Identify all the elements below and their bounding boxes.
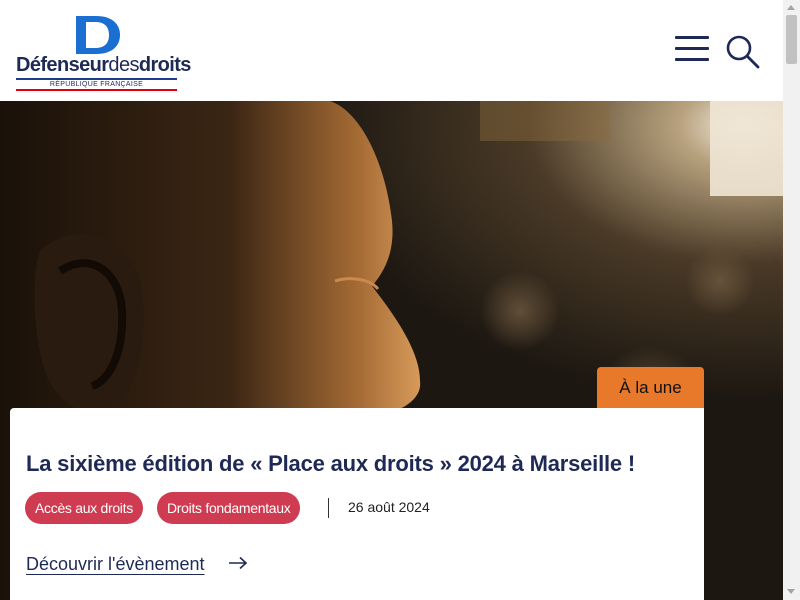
menu-button[interactable] bbox=[675, 36, 711, 64]
tag-acces-aux-droits[interactable]: Accès aux droits bbox=[25, 492, 143, 524]
hamburger-menu-icon bbox=[675, 36, 709, 39]
featured-badge: À la une bbox=[597, 367, 704, 408]
logo-d-mark bbox=[76, 16, 120, 54]
scroll-down-arrow-icon[interactable] bbox=[787, 589, 795, 594]
site-header: Défenseurdesdroits RÉPUBLIQUE FRANÇAISE bbox=[0, 0, 783, 101]
featured-card: La sixième édition de « Place aux droits… bbox=[10, 408, 704, 600]
scroll-up-arrow-icon[interactable] bbox=[787, 5, 795, 10]
scrollbar-thumb[interactable] bbox=[786, 15, 797, 64]
discover-event-link[interactable]: Découvrir l'évènement bbox=[26, 554, 205, 575]
meta-divider bbox=[328, 498, 329, 518]
tag-droits-fondamentaux[interactable]: Droits fondamentaux bbox=[157, 492, 301, 524]
logo-wordmark: Défenseurdesdroits bbox=[16, 54, 191, 76]
logo-subtitle: RÉPUBLIQUE FRANÇAISE bbox=[16, 78, 177, 91]
vertical-scrollbar[interactable] bbox=[783, 0, 800, 600]
featured-title[interactable]: La sixième édition de « Place aux droits… bbox=[26, 451, 635, 477]
arrow-right-icon[interactable] bbox=[228, 556, 248, 570]
featured-date: 26 août 2024 bbox=[348, 499, 430, 515]
site-logo[interactable]: Défenseurdesdroits RÉPUBLIQUE FRANÇAISE bbox=[16, 16, 191, 91]
search-icon[interactable] bbox=[724, 33, 760, 69]
